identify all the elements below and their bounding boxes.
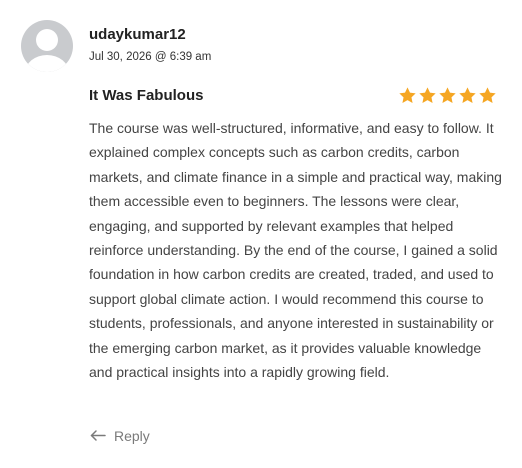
- star-icon: [459, 87, 476, 103]
- star-icon: [479, 87, 496, 103]
- star-icon: [419, 87, 436, 103]
- reply-button[interactable]: Reply: [90, 428, 150, 444]
- star-rating: [398, 86, 497, 105]
- review-title: It Was Fabulous: [89, 87, 204, 104]
- avatar-head: [36, 29, 58, 51]
- reply-arrow-icon: [90, 430, 106, 441]
- review-date: Jul 30, 2026 @ 6:39 am: [89, 51, 212, 63]
- review-body: The course was well-structured, informat…: [89, 120, 502, 381]
- reply-label: Reply: [114, 428, 150, 444]
- avatar: [21, 20, 73, 72]
- star-icon: [439, 87, 456, 103]
- avatar-body: [25, 55, 69, 72]
- star-icon: [399, 87, 416, 103]
- review-username: udaykumar12: [89, 26, 186, 43]
